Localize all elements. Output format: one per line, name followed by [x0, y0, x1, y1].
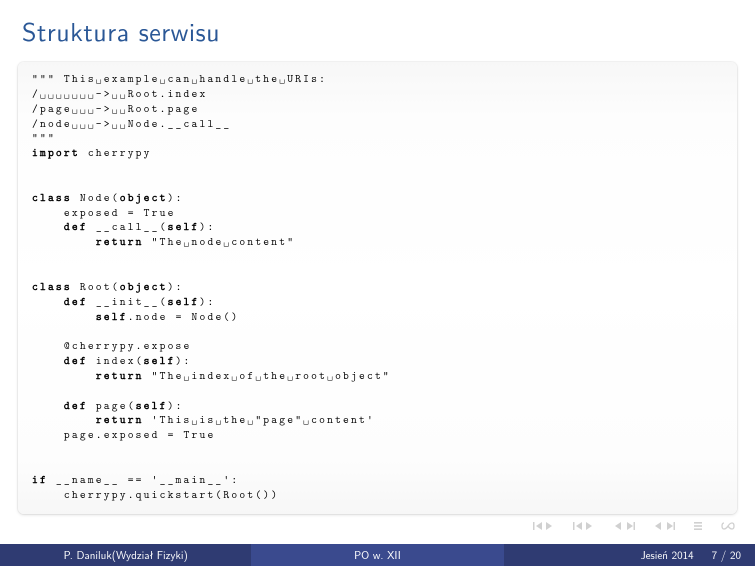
slide-title: Struktura serwisu [0, 0, 755, 58]
code-text: ): [200, 220, 216, 234]
kw-def: def [64, 399, 88, 413]
kw-import: import [32, 146, 80, 160]
kw-class: class [32, 191, 72, 205]
code-text: Root( [72, 280, 120, 294]
code-text: ): [168, 280, 184, 294]
nav-back-icon[interactable] [613, 521, 635, 531]
code-text: __call__( [88, 220, 168, 234]
code-text: __name__ == '__main__': [48, 473, 239, 487]
kw-self: self [168, 220, 200, 234]
nav-prev-icon[interactable] [573, 521, 595, 531]
code-line: """ This␣example␣can␣handle␣the␣URIs: [32, 72, 327, 86]
code-text: .node = Node() [128, 310, 240, 324]
code-line: page.exposed = True [32, 428, 215, 442]
code-line: """ [32, 131, 56, 145]
code-text: "The␣index␣of␣the␣root␣object" [144, 369, 391, 383]
footer-right: Jesień 2014 7 / 20 [504, 544, 755, 566]
code-line: /␣␣␣␣␣␣␣->␣␣Root.index [32, 87, 207, 101]
code-text: "The␣node␣content" [144, 235, 296, 249]
nav-mode-icon[interactable] [693, 521, 703, 531]
kw-object: object [120, 280, 168, 294]
nav-first-icon[interactable] [533, 521, 555, 531]
code-line: cherrypy.quickstart(Root()) [32, 488, 279, 502]
kw-self: self [136, 399, 168, 413]
footer-author: P. Daniluk(Wydział Fizyki) [0, 544, 251, 566]
code-text [32, 220, 64, 234]
kw-def: def [64, 220, 88, 234]
kw-class: class [32, 280, 72, 294]
code-text: page( [88, 399, 136, 413]
footer-page: 7 / 20 [712, 547, 741, 563]
code-text [32, 235, 96, 249]
code-line: @cherrypy.expose [32, 339, 192, 353]
code-text: ): [176, 354, 192, 368]
kw-object: object [120, 191, 168, 205]
code-text: ): [168, 191, 184, 205]
footer: P. Daniluk(Wydział Fizyki) PO w. XII Jes… [0, 544, 755, 566]
code-text [32, 413, 96, 427]
code-text: 'This␣is␣the␣"page"␣content' [144, 413, 375, 427]
code-text [32, 369, 96, 383]
code-text: Node( [72, 191, 120, 205]
kw-if: if [32, 473, 48, 487]
code-line: /node␣␣␣->␣␣Node.__call__ [32, 117, 231, 131]
kw-def: def [64, 354, 88, 368]
code-text: index( [88, 354, 144, 368]
kw-def: def [64, 295, 88, 309]
code-text [32, 354, 64, 368]
footer-title: PO w. XII [251, 544, 503, 566]
kw-return: return [96, 413, 144, 427]
kw-self: self [96, 310, 128, 324]
kw-self: self [168, 295, 200, 309]
kw-return: return [96, 235, 144, 249]
nav-loop-icon[interactable] [721, 520, 735, 532]
code-text: __init__( [88, 295, 168, 309]
nav-controls [533, 520, 735, 532]
code-text [32, 310, 96, 324]
nav-next-icon[interactable] [653, 521, 675, 531]
code-text: cherrypy [80, 146, 152, 160]
slide: Struktura serwisu """ This␣example␣can␣h… [0, 0, 755, 566]
code-text [32, 295, 64, 309]
code-block: """ This␣example␣can␣handle␣the␣URIs: /␣… [18, 62, 737, 514]
code-text: ): [200, 295, 216, 309]
code-text [32, 399, 64, 413]
code-line: /page␣␣␣->␣␣Root.page [32, 102, 199, 116]
kw-return: return [96, 369, 144, 383]
kw-self: self [144, 354, 176, 368]
code-text: ): [168, 399, 184, 413]
footer-date: Jesień 2014 [640, 547, 693, 563]
code-line: exposed = True [32, 206, 176, 220]
